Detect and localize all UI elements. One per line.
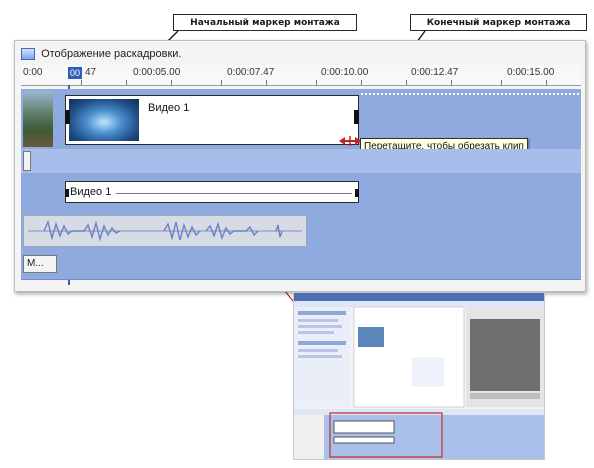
start-trim-marker[interactable]	[65, 110, 70, 124]
audio-waveform-icon	[28, 219, 302, 242]
title-track: Видео 1	[21, 173, 581, 212]
ruler-tick: 0:00	[23, 67, 43, 78]
ruler-tick: 0:00:07.47	[227, 67, 275, 78]
title-end-marker[interactable]	[355, 189, 359, 197]
effects-track	[21, 149, 581, 174]
ruler-tick: 0:00:10.00	[321, 67, 369, 78]
ruler-tick: 0:00:12.47	[411, 67, 459, 78]
ruler-tick: 47	[85, 67, 97, 78]
timeline-panel: Отображение раскадровки. 0:00 00 47 0:00…	[14, 40, 586, 292]
ruler-tick: 0:00:05.00	[133, 67, 181, 78]
clip-thumbnail	[69, 99, 139, 141]
window-preview	[293, 292, 545, 460]
timeline-header[interactable]: Отображение раскадровки.	[21, 45, 577, 63]
title-start-marker[interactable]	[65, 189, 69, 197]
end-trim-marker[interactable]	[354, 110, 359, 124]
playhead-tag[interactable]: 00	[68, 67, 82, 79]
title-clip[interactable]: Видео 1	[65, 181, 359, 203]
video-clip[interactable]: Видео 1	[65, 95, 359, 145]
title-clip-line	[116, 193, 352, 194]
music-track: М...	[21, 251, 581, 280]
trim-arrows-icon[interactable]	[339, 135, 361, 147]
time-ruler[interactable]: 0:00 00 47 0:00:05.00 0:00:07.47 0:00:10…	[21, 65, 581, 86]
title-clip-label: Видео 1	[70, 186, 115, 198]
storyboard-icon[interactable]	[21, 48, 35, 61]
clip-title: Видео 1	[148, 102, 190, 114]
track-dotted-line	[361, 93, 579, 97]
preview-drawing	[294, 293, 544, 459]
view-toggle-label[interactable]: Отображение раскадровки.	[41, 48, 181, 60]
audio-track	[21, 211, 581, 252]
ruler-tick: 0:00:15.00	[507, 67, 555, 78]
audio-clip[interactable]	[23, 215, 307, 247]
music-track-label[interactable]: М...	[23, 255, 57, 273]
track-collapse-handle[interactable]	[23, 151, 31, 171]
track-thumbnail	[23, 91, 53, 147]
